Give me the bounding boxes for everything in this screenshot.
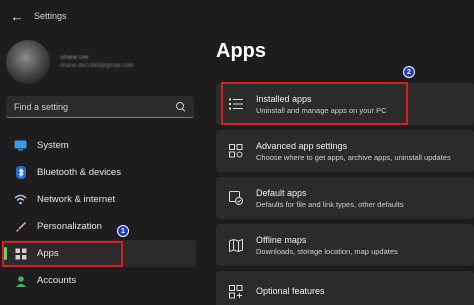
person-icon	[14, 274, 27, 287]
card-title: Offline maps	[256, 234, 307, 245]
avatar	[6, 40, 50, 84]
card-optional-features[interactable]: Optional features	[216, 271, 474, 305]
card-subtitle: Defaults for file and link types, other …	[256, 199, 404, 209]
sidebar-item-network[interactable]: Network & internet	[0, 186, 200, 213]
default-apps-icon	[228, 190, 244, 206]
search-box[interactable]	[6, 96, 194, 118]
step-badge-2: 2	[403, 66, 415, 78]
settings-window: ← Settings Shane Der shane.der1993@gmail…	[0, 0, 474, 305]
profile-email: shane.der1993@gmail.com	[60, 63, 134, 69]
step-badge-1: 1	[117, 225, 129, 237]
card-title: Default apps	[256, 187, 307, 198]
highlight-box-apps	[2, 241, 123, 267]
window-title: Settings	[34, 11, 67, 21]
search-input[interactable]	[14, 101, 176, 112]
map-icon	[228, 237, 244, 253]
search-icon[interactable]	[176, 101, 186, 112]
features-icon	[228, 284, 244, 300]
monitor-icon	[14, 139, 27, 152]
sidebar-item-accounts[interactable]: Accounts	[0, 267, 200, 294]
main-content: Apps Installed apps Uninstall and manage…	[210, 32, 474, 305]
highlight-box-installed-apps	[221, 82, 408, 125]
card-subtitle: Downloads, storage location, map updates	[256, 246, 398, 256]
user-profile[interactable]: Shane Der shane.der1993@gmail.com	[6, 40, 133, 84]
card-default-apps[interactable]: Default apps Defaults for file and link …	[216, 177, 474, 219]
title-bar: ← Settings	[0, 0, 474, 32]
paintbrush-icon	[14, 220, 27, 233]
sidebar-item-label: System	[37, 140, 69, 151]
back-button[interactable]: ←	[4, 0, 30, 32]
sidebar-item-system[interactable]: System	[0, 132, 200, 159]
bluetooth-icon	[14, 166, 27, 179]
card-title: Optional features	[256, 286, 325, 296]
sidebar-item-label: Bluetooth & devices	[37, 167, 121, 178]
sidebar-item-personalization[interactable]: Personalization	[0, 213, 200, 240]
sidebar-nav: System Bluetooth & devices Network & int…	[0, 132, 200, 294]
sidebar-item-bluetooth[interactable]: Bluetooth & devices	[0, 159, 200, 186]
sidebar-item-label: Accounts	[37, 275, 77, 286]
card-advanced-app-settings[interactable]: Advanced app settings Choose where to ge…	[216, 130, 474, 172]
sidebar-item-label: Network & internet	[37, 194, 116, 205]
card-title: Advanced app settings	[256, 140, 348, 151]
card-offline-maps[interactable]: Offline maps Downloads, storage location…	[216, 224, 474, 266]
card-subtitle: Choose where to get apps, archive apps, …	[256, 152, 451, 162]
page-title: Apps	[216, 40, 266, 62]
app-settings-icon	[228, 143, 244, 159]
back-arrow-icon: ←	[10, 8, 24, 24]
profile-name: Shane Der	[60, 55, 89, 61]
wifi-icon	[14, 193, 27, 206]
sidebar-item-label: Personalization	[37, 221, 102, 232]
